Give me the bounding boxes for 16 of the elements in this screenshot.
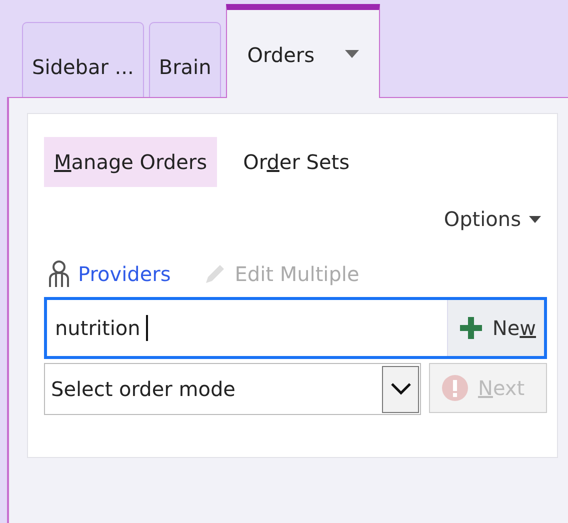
- sub-tab[interactable]: Order Sets: [233, 137, 360, 187]
- sub-tab[interactable]: Manage Orders: [44, 137, 218, 187]
- tab[interactable]: Brain: [148, 22, 222, 97]
- action-link[interactable]: Providers: [44, 259, 175, 289]
- tab[interactable]: Orders: [226, 4, 380, 98]
- caret-icon: [529, 216, 541, 222]
- options-menu[interactable]: Options: [438, 203, 547, 235]
- text-cursor: [146, 315, 148, 341]
- new-button[interactable]: New: [447, 300, 544, 356]
- plus-icon: [460, 317, 482, 339]
- search-field[interactable]: nutrition: [47, 300, 448, 356]
- tab[interactable]: Sidebar ...: [22, 22, 144, 97]
- person-icon: [48, 260, 70, 288]
- order-mode-select[interactable]: Select order mode: [44, 363, 421, 415]
- alert-icon: [442, 375, 468, 401]
- chevron-down-icon: [390, 383, 410, 395]
